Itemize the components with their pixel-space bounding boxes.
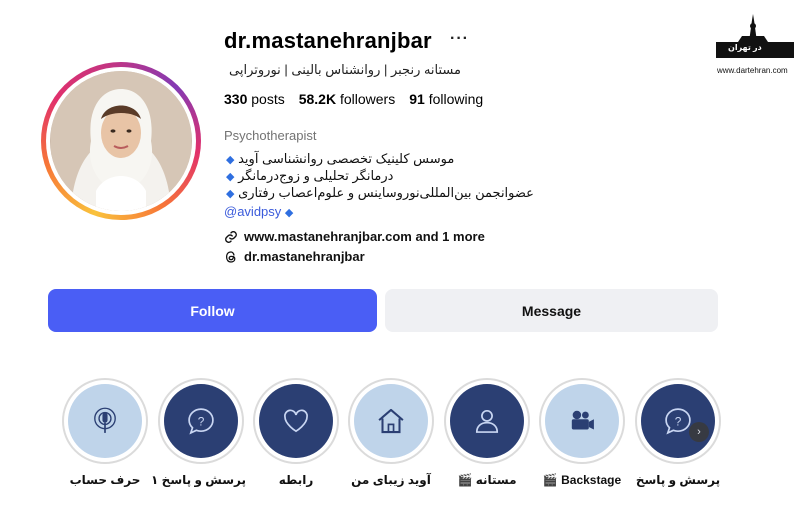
highlight-ring: ? — [158, 378, 244, 464]
bio-line-3-text: عضوانجمن بین‌المللی‌نوروساینس و علوم‌اعص… — [238, 185, 534, 200]
highlight-ring — [62, 378, 148, 464]
posts-stat: 330 posts — [224, 91, 285, 107]
highlight-item[interactable]: ? پرسش و پاسخ — [633, 378, 723, 487]
highlight-ring — [348, 378, 434, 464]
person-icon — [475, 409, 499, 433]
avatar-photo — [50, 71, 192, 211]
follow-button[interactable]: Follow — [48, 289, 377, 332]
highlight-cover — [68, 384, 142, 458]
camera-icon — [571, 410, 594, 430]
avatar-portrait-icon — [51, 71, 191, 211]
highlight-cover — [354, 384, 428, 458]
svg-text:?: ? — [675, 414, 682, 428]
highlight-cover — [545, 384, 619, 458]
diamond-icon: ◆ — [226, 188, 235, 200]
bio-mention-link[interactable]: @avidpsy ◆ — [224, 204, 293, 219]
highlight-label: پرسش و پاسخ ۱ — [151, 473, 246, 487]
followers-stat[interactable]: 58.2K followers — [299, 91, 396, 107]
svg-text:?: ? — [198, 414, 205, 428]
followers-count: 58.2K — [298, 91, 337, 107]
highlight-item[interactable]: آوید زیبای من — [346, 378, 436, 487]
highlight-label: پرسش و پاسخ — [635, 473, 721, 487]
profile-stats: 330 posts 58.2K followers 91 following — [224, 91, 483, 107]
profile-avatar[interactable] — [41, 62, 201, 220]
highlight-cover — [450, 384, 524, 458]
website-link[interactable]: www.mastanehranjbar.com and 1 more — [224, 229, 485, 244]
profile-full-name: مستانه رنجبر | روانشناس بالینی | نوروترا… — [229, 62, 461, 77]
message-button[interactable]: Message — [385, 289, 718, 332]
following-stat[interactable]: 91 following — [409, 91, 483, 107]
question-icon: ? — [188, 408, 214, 435]
bio-line-1-text: موسس کلینیک تخصصی روانشناسی آوید — [238, 151, 455, 166]
avatar-border — [46, 67, 196, 215]
watermark-url: www.dartehran.com — [717, 66, 788, 75]
highlight-ring — [539, 378, 625, 464]
highlight-cover: ? — [641, 384, 715, 458]
highlight-ring: ? — [635, 378, 721, 464]
highlight-item[interactable]: حرف حساب — [60, 378, 150, 487]
bio-line-1: موسس کلینیک تخصصی روانشناسی آوید ◆ — [226, 151, 454, 167]
profile-username: dr.mastanehranjbar — [224, 28, 432, 53]
posts-count: 330 — [224, 91, 248, 107]
heart-icon — [284, 409, 308, 433]
threads-link-text: dr.mastanehranjbar — [244, 249, 365, 264]
posts-label: posts — [251, 91, 285, 107]
highlight-cover: ? — [164, 384, 238, 458]
home-icon — [378, 408, 404, 434]
highlight-cover — [259, 384, 333, 458]
podcast-icon — [94, 407, 116, 433]
following-label: following — [428, 91, 484, 107]
highlight-item[interactable]: رابطه — [251, 378, 341, 487]
link-icon — [225, 230, 237, 243]
diamond-icon: ◆ — [226, 171, 235, 183]
highlight-label: رابطه — [278, 473, 314, 487]
highlight-item[interactable]: مستانه 🎬 — [442, 378, 532, 487]
highlight-label: Backstage 🎬 — [542, 473, 622, 487]
bio-mention-text: @avidpsy — [224, 204, 282, 219]
diamond-icon: ◆ — [284, 207, 294, 219]
following-count: 91 — [409, 91, 425, 107]
chevron-right-icon: › — [697, 426, 701, 438]
highlight-label: آوید زیبای من — [351, 473, 431, 487]
watermark-title: در تهران — [728, 43, 762, 52]
highlight-label: مستانه 🎬 — [457, 473, 517, 487]
highlight-ring — [444, 378, 530, 464]
website-link-text: www.mastanehranjbar.com and 1 more — [244, 229, 485, 244]
threads-icon — [225, 250, 236, 263]
diamond-icon: ◆ — [226, 154, 235, 166]
highlights-next-button[interactable]: › — [689, 422, 709, 442]
bio-line-3: عضوانجمن بین‌المللی‌نوروساینس و علوم‌اعص… — [226, 185, 534, 201]
highlight-label: حرف حساب — [69, 473, 141, 487]
bio-line-2-text: درمانگر تحلیلی و زوج‌درمانگر — [238, 168, 394, 183]
followers-label: followers — [339, 91, 396, 107]
more-options-icon[interactable]: ··· — [450, 30, 469, 48]
highlight-item[interactable]: Backstage 🎬 — [537, 378, 627, 487]
bio-line-2: درمانگر تحلیلی و زوج‌درمانگر ◆ — [226, 168, 393, 184]
highlight-ring — [253, 378, 339, 464]
threads-link[interactable]: dr.mastanehranjbar — [224, 249, 365, 264]
profile-category: Psychotherapist — [224, 128, 317, 143]
highlight-item[interactable]: ? پرسش و پاسخ ۱ — [151, 378, 246, 487]
